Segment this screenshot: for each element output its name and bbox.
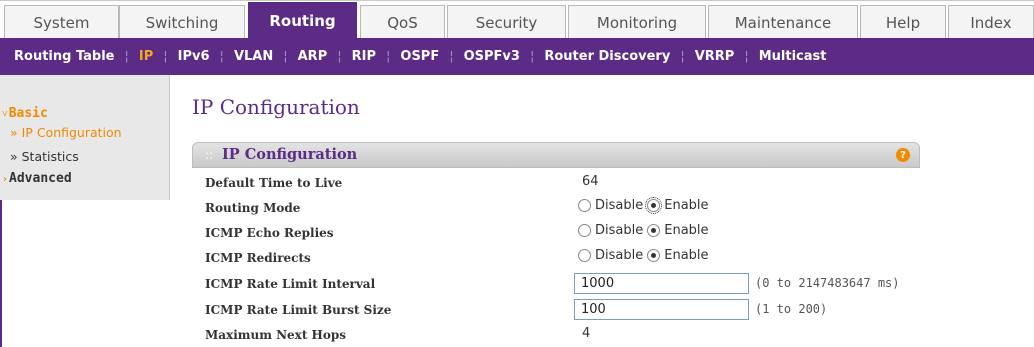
routing-mode-label: Routing Mode bbox=[205, 201, 301, 215]
panel-title: IP Configuration bbox=[222, 146, 358, 163]
icmp-redirects-label: ICMP Redirects bbox=[205, 251, 311, 265]
icmp-echo-disable-label: Disable bbox=[595, 223, 644, 238]
default-ttl-label: Default Time to Live bbox=[205, 176, 343, 190]
tab-help[interactable]: Help bbox=[860, 5, 946, 39]
subnav-separator: ¦ bbox=[337, 49, 342, 64]
subnav-vlan[interactable]: VLAN bbox=[232, 49, 275, 64]
chevron-right-icon: › bbox=[2, 174, 9, 185]
subnav-ip[interactable]: IP bbox=[137, 49, 155, 64]
rate-limit-interval-label: ICMP Rate Limit Interval bbox=[205, 277, 376, 291]
tab-monitoring[interactable]: Monitoring bbox=[568, 5, 706, 39]
row-rate-limit-burst: ICMP Rate Limit Burst Size (1 to 200) bbox=[192, 297, 920, 322]
sidebar-basic-label: Basic bbox=[8, 106, 48, 121]
default-ttl-value: 64 bbox=[582, 174, 599, 189]
page-title: IP Configuration bbox=[192, 95, 360, 119]
grip-icon: :: bbox=[205, 148, 214, 162]
main-tab-bar: System Switching Routing QoS Security Mo… bbox=[0, 0, 1034, 39]
sidebar-basic[interactable]: ˅Basic bbox=[2, 106, 48, 121]
icmp-redirects-radio-group: Disable Enable bbox=[578, 248, 713, 263]
row-icmp-echo: ICMP Echo Replies Disable Enable bbox=[192, 220, 920, 245]
tab-switching[interactable]: Switching bbox=[119, 5, 245, 39]
tab-index[interactable]: Index bbox=[948, 5, 1034, 39]
routing-mode-enable-radio[interactable] bbox=[645, 197, 663, 214]
routing-subnav: Routing Table ¦ IP ¦ IPv6 ¦ VLAN ¦ ARP ¦… bbox=[0, 38, 1034, 75]
routing-mode-disable-label: Disable bbox=[595, 198, 644, 213]
icmp-echo-radio-group: Disable Enable bbox=[578, 223, 713, 238]
row-icmp-redirects: ICMP Redirects Disable Enable bbox=[192, 245, 920, 270]
subnav-separator: ¦ bbox=[219, 49, 224, 64]
sidebar: ˅Basic » IP Configuration » Statistics ›… bbox=[0, 75, 170, 200]
tab-maintenance[interactable]: Maintenance bbox=[708, 5, 858, 39]
tab-system[interactable]: System bbox=[4, 5, 119, 39]
subnav-ospf[interactable]: OSPF bbox=[398, 49, 441, 64]
icmp-redirects-disable-radio[interactable] bbox=[578, 249, 591, 262]
sidebar-item-ip-configuration[interactable]: » IP Configuration bbox=[10, 125, 122, 140]
icmp-echo-label: ICMP Echo Replies bbox=[205, 226, 334, 240]
subnav-routing-table[interactable]: Routing Table bbox=[12, 49, 117, 64]
burst-size-hint: (1 to 200) bbox=[755, 302, 828, 316]
chevron-down-icon: ˅ bbox=[2, 109, 8, 120]
rate-limit-interval-hint: (0 to 2147483647 ms) bbox=[755, 276, 900, 290]
icmp-echo-enable-radio[interactable] bbox=[647, 224, 661, 237]
row-default-ttl: Default Time to Live 64 bbox=[192, 170, 920, 195]
max-next-hops-label: Maximum Next Hops bbox=[205, 328, 347, 342]
burst-size-input[interactable] bbox=[574, 299, 749, 320]
routing-mode-radio-group: Disable Enable bbox=[578, 197, 713, 214]
subnav-separator: ¦ bbox=[449, 49, 454, 64]
help-icon[interactable]: ? bbox=[896, 148, 910, 162]
subnav-separator: ¦ bbox=[283, 49, 288, 64]
rate-limit-interval-input[interactable] bbox=[574, 273, 749, 294]
sidebar-advanced[interactable]: ›Advanced bbox=[2, 171, 72, 186]
subnav-separator: ¦ bbox=[386, 49, 391, 64]
subnav-multicast[interactable]: Multicast bbox=[757, 49, 829, 64]
subnav-ipv6[interactable]: IPv6 bbox=[176, 49, 212, 64]
sidebar-advanced-label: Advanced bbox=[9, 171, 72, 186]
icmp-redirects-enable-label: Enable bbox=[664, 248, 709, 263]
icmp-redirects-disable-label: Disable bbox=[595, 248, 644, 263]
tab-routing[interactable]: Routing bbox=[248, 2, 357, 39]
subnav-rip[interactable]: RIP bbox=[350, 49, 378, 64]
subnav-arp[interactable]: ARP bbox=[296, 49, 330, 64]
panel-header: :: IP Configuration ? bbox=[192, 142, 920, 168]
row-routing-mode: Routing Mode Disable Enable bbox=[192, 195, 920, 220]
routing-mode-disable-radio[interactable] bbox=[578, 199, 591, 212]
max-next-hops-value: 4 bbox=[582, 326, 591, 341]
routing-mode-enable-label: Enable bbox=[664, 198, 709, 213]
subnav-router-discovery[interactable]: Router Discovery bbox=[542, 49, 672, 64]
subnav-ospfv3[interactable]: OSPFv3 bbox=[462, 49, 522, 64]
subnav-separator: ¦ bbox=[163, 49, 168, 64]
tab-security[interactable]: Security bbox=[447, 5, 566, 39]
subnav-separator: ¦ bbox=[744, 49, 749, 64]
row-rate-limit-interval: ICMP Rate Limit Interval (0 to 214748364… bbox=[192, 271, 920, 296]
row-max-next-hops: Maximum Next Hops 4 bbox=[192, 322, 920, 347]
subnav-separator: ¦ bbox=[680, 49, 685, 64]
subnav-separator: ¦ bbox=[124, 49, 129, 64]
icmp-echo-enable-label: Enable bbox=[664, 223, 709, 238]
subnav-vrrp[interactable]: VRRP bbox=[693, 49, 737, 64]
sidebar-item-statistics[interactable]: » Statistics bbox=[10, 149, 79, 164]
sidebar-border bbox=[0, 200, 10, 347]
icmp-echo-disable-radio[interactable] bbox=[578, 224, 591, 237]
subnav-separator: ¦ bbox=[529, 49, 535, 64]
tab-qos[interactable]: QoS bbox=[360, 5, 445, 39]
burst-size-label: ICMP Rate Limit Burst Size bbox=[205, 303, 392, 317]
icmp-redirects-enable-radio[interactable] bbox=[647, 249, 661, 262]
